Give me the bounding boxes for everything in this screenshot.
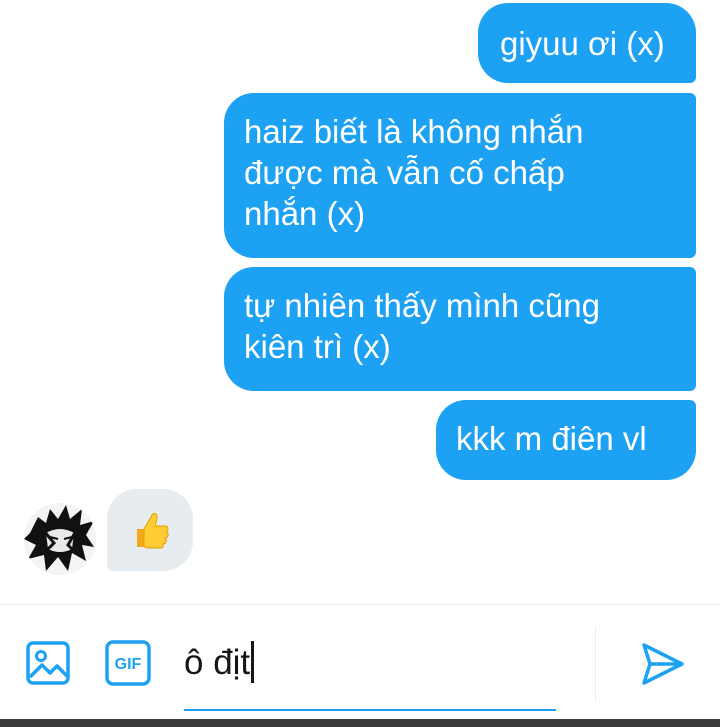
gif-label: GIF: [115, 656, 142, 673]
gif-icon: GIF: [105, 640, 151, 686]
message-line: được mà vẫn cố chấp: [244, 154, 565, 191]
send-icon: [642, 643, 684, 685]
outgoing-message[interactable]: tự nhiên thấy mình cũng kiên trì (x): [224, 267, 696, 391]
message-line: kiên trì (x): [244, 328, 391, 365]
message-composer: GIF ô địt: [0, 604, 720, 720]
message-line: haiz biết là không nhắn: [244, 113, 584, 150]
message-thread: giyuu ơi (x) haiz biết là không nhắn đượ…: [0, 0, 720, 604]
outgoing-message[interactable]: giyuu ơi (x): [478, 3, 696, 83]
thumbs-up-icon: [137, 512, 169, 549]
message-input-value: ô địt: [184, 643, 251, 682]
message-line: tự nhiên thấy mình cũng: [244, 287, 600, 324]
message-line: giyuu ơi (x): [500, 25, 665, 62]
avatar[interactable]: [24, 503, 96, 575]
avatar-image: [24, 503, 96, 575]
text-caret: [251, 641, 255, 683]
incoming-message[interactable]: [107, 489, 193, 571]
outgoing-message[interactable]: haiz biết là không nhắn được mà vẫn cố c…: [224, 93, 696, 258]
gif-button[interactable]: GIF: [104, 639, 152, 687]
message-line: kkk m điên vl: [456, 420, 647, 457]
send-button[interactable]: [640, 641, 686, 687]
image-button[interactable]: [24, 639, 72, 687]
message-line: nhắn (x): [244, 195, 366, 232]
outgoing-message[interactable]: kkk m điên vl: [436, 400, 696, 480]
image-icon: [26, 641, 70, 685]
screen-bottom-edge: [0, 719, 720, 727]
message-input[interactable]: ô địt: [184, 625, 556, 711]
divider: [595, 627, 596, 701]
